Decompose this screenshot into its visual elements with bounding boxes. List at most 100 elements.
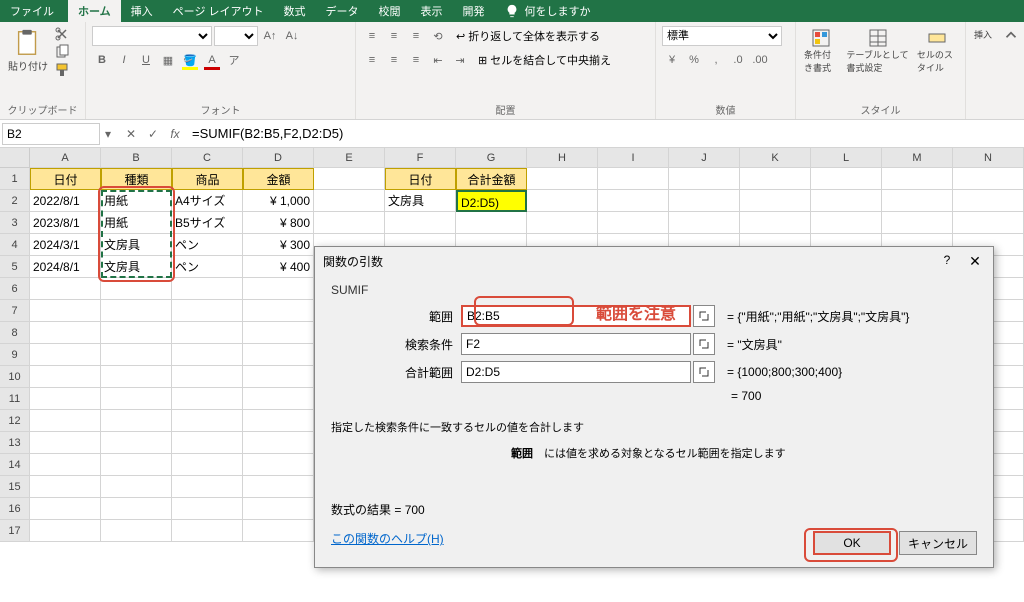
col-header-N[interactable]: N — [953, 148, 1024, 168]
cell-B10[interactable] — [101, 366, 172, 388]
cell-F1[interactable]: 日付 — [385, 168, 456, 190]
cell-E3[interactable] — [314, 212, 385, 234]
insert-button[interactable]: 挿入 — [972, 26, 994, 43]
cell-B1[interactable]: 種類 — [101, 168, 172, 190]
row-header-7[interactable]: 7 — [0, 300, 30, 322]
cell-A3[interactable]: 2023/8/1 — [30, 212, 101, 234]
cell-B5[interactable]: 文房具 — [101, 256, 172, 278]
cell-M1[interactable] — [882, 168, 953, 190]
col-header-A[interactable]: A — [30, 148, 101, 168]
align-center-icon[interactable]: ≡ — [384, 50, 404, 70]
cell-A9[interactable] — [30, 344, 101, 366]
cell-C2[interactable]: A4サイズ — [172, 190, 243, 212]
cell-C1[interactable]: 商品 — [172, 168, 243, 190]
align-bottom-icon[interactable]: ≡ — [406, 26, 426, 46]
cell-C6[interactable] — [172, 278, 243, 300]
cell-D10[interactable] — [243, 366, 314, 388]
cell-D2[interactable]: ¥ 1,000 — [243, 190, 314, 212]
row-header-14[interactable]: 14 — [0, 454, 30, 476]
decrease-font-icon[interactable]: A↓ — [282, 26, 302, 46]
align-right-icon[interactable]: ≡ — [406, 50, 426, 70]
col-header-M[interactable]: M — [882, 148, 953, 168]
cell-D5[interactable]: ¥ 400 — [243, 256, 314, 278]
dialog-close-icon[interactable]: ✕ — [965, 253, 985, 270]
cell-J2[interactable] — [669, 190, 740, 212]
select-all-corner[interactable] — [0, 148, 30, 168]
col-header-D[interactable]: D — [243, 148, 314, 168]
cancel-button[interactable]: キャンセル — [899, 531, 977, 555]
cell-N2[interactable] — [953, 190, 1024, 212]
cell-A17[interactable] — [30, 520, 101, 542]
cell-K3[interactable] — [740, 212, 811, 234]
cell-B2[interactable]: 用紙 — [101, 190, 172, 212]
cut-icon[interactable] — [54, 26, 70, 42]
cell-H1[interactable] — [527, 168, 598, 190]
arg-input-criteria[interactable] — [461, 333, 691, 355]
cell-D6[interactable] — [243, 278, 314, 300]
col-header-I[interactable]: I — [598, 148, 669, 168]
cell-C13[interactable] — [172, 432, 243, 454]
ref-select-icon[interactable] — [693, 361, 715, 383]
cell-G2[interactable]: D2:D5) — [456, 190, 527, 212]
cell-I1[interactable] — [598, 168, 669, 190]
cell-D15[interactable] — [243, 476, 314, 498]
row-header-11[interactable]: 11 — [0, 388, 30, 410]
col-header-G[interactable]: G — [456, 148, 527, 168]
decrease-decimal-icon[interactable]: .00 — [750, 50, 770, 70]
cell-D7[interactable] — [243, 300, 314, 322]
tab-view[interactable]: 表示 — [411, 0, 453, 22]
cell-K1[interactable] — [740, 168, 811, 190]
cell-A7[interactable] — [30, 300, 101, 322]
cell-M3[interactable] — [882, 212, 953, 234]
cell-B17[interactable] — [101, 520, 172, 542]
cell-J1[interactable] — [669, 168, 740, 190]
cell-B11[interactable] — [101, 388, 172, 410]
increase-decimal-icon[interactable]: .0 — [728, 50, 748, 70]
row-header-3[interactable]: 3 — [0, 212, 30, 234]
ref-select-icon[interactable] — [693, 333, 715, 355]
col-header-K[interactable]: K — [740, 148, 811, 168]
bold-button[interactable]: B — [92, 50, 112, 70]
cell-G3[interactable] — [456, 212, 527, 234]
wrap-text-button[interactable]: ↩ 折り返して全体を表示する — [456, 28, 600, 44]
cell-C4[interactable]: ペン — [172, 234, 243, 256]
arg-input-sumrange[interactable] — [461, 361, 691, 383]
tab-home[interactable]: ホーム — [68, 0, 121, 22]
tab-dev[interactable]: 開発 — [453, 0, 495, 22]
border-button[interactable]: ▦ — [158, 50, 178, 70]
enter-formula-icon[interactable]: ✓ — [144, 125, 162, 143]
italic-button[interactable]: I — [114, 50, 134, 70]
cell-N3[interactable] — [953, 212, 1024, 234]
cell-K2[interactable] — [740, 190, 811, 212]
cell-G1[interactable]: 合計金額 — [456, 168, 527, 190]
cell-D4[interactable]: ¥ 300 — [243, 234, 314, 256]
font-size-select[interactable] — [214, 26, 258, 46]
align-left-icon[interactable]: ≡ — [362, 50, 382, 70]
percent-icon[interactable]: % — [684, 50, 704, 70]
cell-A6[interactable] — [30, 278, 101, 300]
cell-C7[interactable] — [172, 300, 243, 322]
cell-D12[interactable] — [243, 410, 314, 432]
cell-D13[interactable] — [243, 432, 314, 454]
cell-H3[interactable] — [527, 212, 598, 234]
col-header-C[interactable]: C — [172, 148, 243, 168]
cell-C5[interactable]: ペン — [172, 256, 243, 278]
row-header-4[interactable]: 4 — [0, 234, 30, 256]
increase-font-icon[interactable]: A↑ — [260, 26, 280, 46]
orientation-icon[interactable]: ⟲ — [428, 26, 448, 46]
cell-J3[interactable] — [669, 212, 740, 234]
cell-D14[interactable] — [243, 454, 314, 476]
row-header-10[interactable]: 10 — [0, 366, 30, 388]
tab-file[interactable]: ファイル — [0, 0, 68, 22]
cell-C16[interactable] — [172, 498, 243, 520]
row-header-17[interactable]: 17 — [0, 520, 30, 542]
font-family-select[interactable] — [92, 26, 212, 46]
cancel-formula-icon[interactable]: ✕ — [122, 125, 140, 143]
cell-A14[interactable] — [30, 454, 101, 476]
row-header-15[interactable]: 15 — [0, 476, 30, 498]
col-header-L[interactable]: L — [811, 148, 882, 168]
cell-B9[interactable] — [101, 344, 172, 366]
indent-dec-icon[interactable]: ⇤ — [428, 50, 448, 70]
dialog-help-icon[interactable]: ? — [937, 253, 957, 270]
cell-E1[interactable] — [314, 168, 385, 190]
